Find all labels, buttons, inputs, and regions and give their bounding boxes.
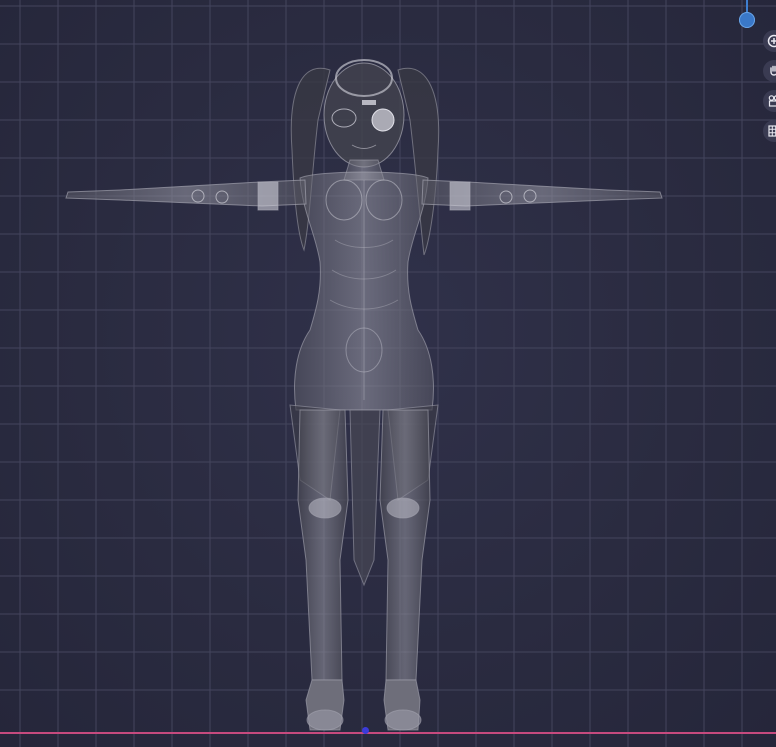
torso	[294, 159, 434, 411]
left-leg	[297, 409, 349, 731]
right-arm	[421, 179, 663, 211]
3d-viewport[interactable]	[0, 0, 776, 747]
x-axis-line	[0, 732, 776, 734]
zoom-icon[interactable]	[763, 30, 776, 52]
head	[323, 59, 405, 168]
world-origin	[362, 727, 369, 734]
right-leg	[379, 409, 431, 731]
pan-hand-icon[interactable]	[763, 60, 776, 82]
camera-icon[interactable]	[763, 90, 776, 112]
viewport-navigation	[763, 30, 776, 150]
character-model[interactable]	[0, 0, 776, 747]
grid-view-icon[interactable]	[763, 120, 776, 142]
left-arm	[65, 179, 307, 211]
z-axis-gizmo-handle[interactable]	[739, 12, 755, 28]
